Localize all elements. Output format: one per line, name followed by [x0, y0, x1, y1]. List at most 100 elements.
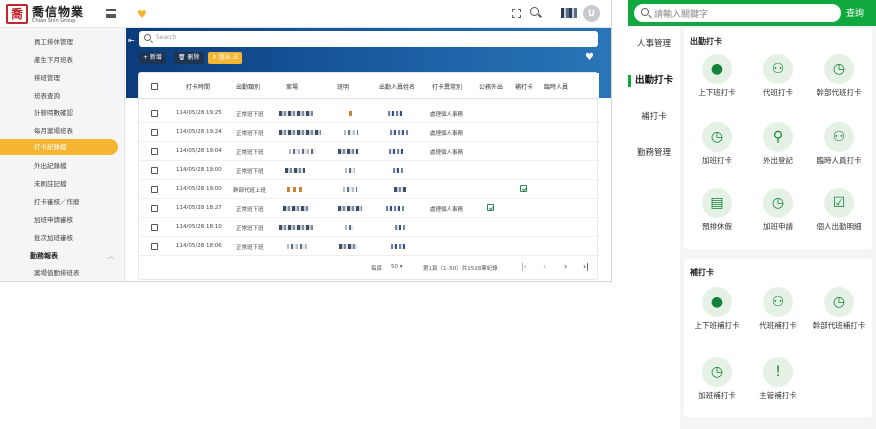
- heart-icon[interactable]: ♥: [137, 8, 147, 21]
- search-input[interactable]: Search: [139, 31, 598, 47]
- chevron-up-icon: ︿: [107, 252, 114, 260]
- column-header[interactable]: 打卡時間: [186, 82, 210, 91]
- row-checkbox[interactable]: [151, 224, 158, 231]
- tile-makeup-overtime[interactable]: ◷ 加班補打卡: [688, 357, 746, 401]
- site-blurred: [287, 187, 303, 192]
- export-button[interactable]: ⇞ 匯出 ☰: [208, 52, 243, 64]
- column-header[interactable]: 出勤類別: [236, 82, 260, 91]
- search-icon[interactable]: [530, 7, 539, 16]
- tile-makeup-substitute[interactable]: ⚇ 代班補打卡: [749, 287, 807, 331]
- tile-supervisor-makeup[interactable]: ! 主管補打卡: [749, 357, 807, 401]
- person-clock-icon: ◷: [824, 287, 854, 317]
- tile-makeup-cadre-substitute[interactable]: ◷ 幹部代班補打卡: [810, 287, 868, 331]
- table-row[interactable]: 114/05/28 18:10 正常班下班: [139, 218, 599, 237]
- row-checkbox[interactable]: [151, 205, 158, 212]
- sidebar-item[interactable]: 外出紀錄檔: [0, 158, 118, 174]
- row-checkbox[interactable]: [151, 186, 158, 193]
- table-row[interactable]: 114/05/28 18:27 正常班下班 處理個人事務: [139, 199, 599, 218]
- employee-blurred: [389, 149, 403, 154]
- sidebar-item[interactable]: 打卡審核／作廢: [0, 194, 118, 210]
- sidebar-item[interactable]: 加班申請審核: [0, 212, 118, 228]
- fullscreen-icon[interactable]: [512, 9, 521, 18]
- favorite-heart-icon[interactable]: ♥: [585, 52, 594, 63]
- tile-label: 上下班打卡: [698, 88, 736, 97]
- attendance-type: 正常班下班: [236, 226, 264, 232]
- tile-makeup-clock-in-out[interactable]: ● 上下班補打卡: [688, 287, 746, 331]
- avatar[interactable]: U: [583, 5, 600, 22]
- tile-label: 外出登記: [763, 156, 793, 165]
- screenshot-root: 喬 喬信物業 Chiao Shin Group ♥ U 員工排休管理 產生下月班…: [0, 0, 876, 429]
- people-icon: ⚇: [763, 287, 793, 317]
- sidebar-item[interactable]: 員工排休管理: [0, 34, 118, 50]
- row-checkbox[interactable]: [151, 148, 158, 155]
- tile-overtime[interactable]: ◷ 加班打卡: [688, 122, 746, 166]
- tile-overtime-request[interactable]: ◷ 加班申請: [749, 188, 807, 232]
- makeup-punch-checkbox[interactable]: [520, 185, 527, 192]
- add-button[interactable]: + 新增: [139, 52, 166, 64]
- shift-blurred: [345, 168, 355, 173]
- search-button[interactable]: 查詢: [846, 6, 864, 19]
- column-header[interactable]: 補打卡: [515, 82, 533, 91]
- shift-blurred: [339, 244, 357, 249]
- nav-item-attendance[interactable]: 出勤打卡: [628, 63, 680, 99]
- official-out-checkbox[interactable]: [487, 204, 494, 211]
- nav-item-makeup[interactable]: 補打卡: [628, 99, 680, 135]
- tile-label: 幹部代班打卡: [816, 88, 862, 97]
- select-all-checkbox[interactable]: [151, 83, 158, 90]
- row-checkbox[interactable]: [151, 243, 158, 250]
- tile-label: 上下班補打卡: [694, 321, 740, 330]
- tile-leave[interactable]: ▤ 預排休假: [688, 188, 746, 232]
- sidebar-item[interactable]: 批次加班審核: [0, 230, 118, 246]
- column-header[interactable]: 打卡異常別: [432, 82, 462, 91]
- row-checkbox[interactable]: [151, 167, 158, 174]
- tile-outing[interactable]: ⚲ 外出登記: [749, 122, 807, 166]
- row-checkbox[interactable]: [151, 129, 158, 136]
- column-header[interactable]: 出勤人員姓名: [379, 82, 415, 91]
- table-row[interactable]: 114/05/28 19:00 幹部代班上班: [139, 180, 599, 199]
- sidebar-group-header[interactable]: 勤務報表 ︿: [0, 249, 118, 263]
- first-page-icon[interactable]: |‹: [521, 262, 527, 271]
- sidebar-item[interactable]: 每月案場班表: [0, 123, 118, 139]
- sidebar-item-active[interactable]: 打卡紀錄檔: [0, 139, 118, 155]
- prev-page-icon[interactable]: ‹: [543, 262, 546, 271]
- sidebar-item[interactable]: 案場值勤排班表: [0, 265, 118, 281]
- tile-clock-in-out[interactable]: ● 上下班打卡: [688, 54, 746, 98]
- tile-substitute[interactable]: ⚇ 代班打卡: [749, 54, 807, 98]
- menu-icon[interactable]: [106, 9, 116, 18]
- column-header[interactable]: 案場: [286, 82, 298, 91]
- nav-item-hr[interactable]: 人事管理: [628, 26, 680, 62]
- row-checkbox[interactable]: [151, 110, 158, 117]
- table-row[interactable]: 114/05/28 19:00 正常班下班: [139, 161, 599, 180]
- table-header: 打卡時間 出勤類別 案場 班明 出勤人員姓名 打卡異常別 公務外出 補打卡 臨時…: [139, 73, 599, 99]
- sidebar-item[interactable]: 產生下月班表: [0, 52, 118, 68]
- column-header[interactable]: 臨時人員: [544, 82, 568, 91]
- employee-blurred: [386, 206, 404, 211]
- table-row[interactable]: 114/05/28 19:25 正常班下班 處理個人事務: [139, 104, 599, 123]
- mobile-app: 請輸入關鍵字 查詢 人事管理 出勤打卡 補打卡 勤務管理 出勤打卡 ● 上下班打…: [628, 0, 876, 429]
- table-row[interactable]: 114/05/28 18:06 正常班下班: [139, 237, 599, 256]
- sidebar-item[interactable]: 班表查詢: [0, 88, 118, 104]
- punch-time: 114/05/28 19:25: [176, 110, 222, 116]
- table-row[interactable]: 114/05/28 19:04 正常班下班 處理個人事務: [139, 142, 599, 161]
- tile-attendance-detail[interactable]: ☑ 個人出勤明細: [810, 188, 868, 232]
- sidebar-toggle-icon[interactable]: ⇤: [128, 36, 136, 46]
- tile-temp-staff[interactable]: ⚇ 臨時人員打卡: [810, 122, 868, 166]
- column-header[interactable]: 班明: [337, 82, 349, 91]
- sidebar-item[interactable]: 計薪時數確認: [0, 105, 118, 121]
- sidebar-item[interactable]: 未刷註記檔: [0, 176, 118, 192]
- column-header[interactable]: 公務外出: [479, 82, 503, 91]
- site-blurred: [289, 149, 315, 154]
- mobile-search-input[interactable]: 請輸入關鍵字: [634, 4, 841, 22]
- attendance-type: 正常班下班: [236, 207, 264, 213]
- abnormal-type: 處理個人事務: [430, 150, 464, 156]
- category-nav: 人事管理 出勤打卡 補打卡 勤務管理: [628, 26, 680, 171]
- tile-cadre-substitute[interactable]: ◷ 幹部代班打卡: [810, 54, 868, 98]
- per-page-select[interactable]: 50 ▾: [391, 264, 403, 270]
- last-page-icon[interactable]: ›|: [583, 262, 589, 271]
- attendance-type: 正常班下班: [236, 150, 264, 156]
- nav-item-duty[interactable]: 勤務管理: [628, 135, 680, 171]
- next-page-icon[interactable]: ›: [564, 262, 567, 271]
- delete-button[interactable]: 🗑 刪除: [174, 52, 204, 64]
- table-row[interactable]: 114/05/28 19:24 正常班下班 處理個人事務: [139, 123, 599, 142]
- sidebar-item[interactable]: 排班管理: [0, 70, 118, 86]
